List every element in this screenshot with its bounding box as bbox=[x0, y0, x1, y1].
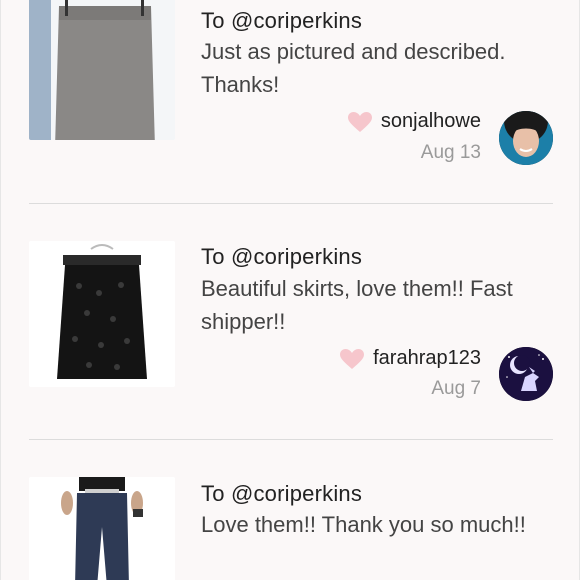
review-comment: Love them!! Thank you so much!! bbox=[201, 512, 526, 537]
heart-icon[interactable] bbox=[347, 111, 373, 133]
review-recipient[interactable]: To @coriperkins bbox=[201, 244, 362, 270]
review-comment: Just as pictured and described. Thanks! bbox=[201, 39, 506, 97]
review-recipient[interactable]: To @coriperkins bbox=[201, 8, 362, 34]
review-date: Aug 13 bbox=[420, 142, 481, 163]
dark-jeans-thumbnail[interactable] bbox=[29, 477, 175, 580]
heart-icon[interactable] bbox=[339, 348, 365, 370]
review-comment: Beautiful skirts, love them!! Fast shipp… bbox=[201, 276, 513, 334]
review-divider bbox=[29, 203, 553, 204]
review-author-name[interactable]: sonjalhowe bbox=[381, 110, 481, 133]
review-author-name[interactable]: farahrap123 bbox=[373, 347, 481, 370]
gray-pencil-skirt-thumbnail[interactable] bbox=[29, 0, 175, 140]
review-author-row: farahrap123 bbox=[339, 347, 481, 370]
avatar[interactable] bbox=[499, 347, 553, 401]
love-notes-feed: To @coriperkins Just as pictured and des… bbox=[0, 0, 580, 580]
review-recipient[interactable]: To @coriperkins bbox=[201, 481, 362, 507]
review-author-row: sonjalhowe bbox=[347, 110, 481, 133]
black-lace-skirt-thumbnail[interactable] bbox=[29, 241, 175, 387]
review-date: Aug 7 bbox=[431, 378, 481, 399]
avatar[interactable] bbox=[499, 111, 553, 165]
review-divider bbox=[29, 439, 553, 440]
